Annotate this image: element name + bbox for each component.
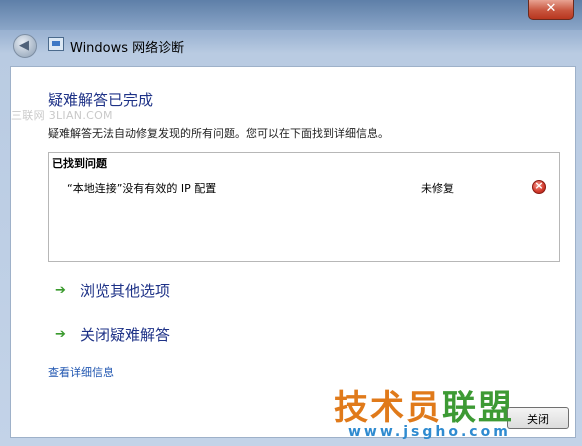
window-title: Windows 网络诊断 [70,41,185,56]
brand-watermark: 技术员联盟 www.jsgho.com [328,380,578,444]
close-icon: ✕ [545,1,557,16]
problem-status: 未修复 [421,182,454,195]
watermark-text: 三联网 3LIAN.COM [11,109,113,122]
navigation-bar: ◀ Windows 网络诊断 [6,28,576,64]
view-details-link[interactable]: 查看详细信息 [48,364,114,380]
error-icon: × [532,179,546,194]
brand-url: www.jsgho.com [348,424,511,440]
back-button[interactable]: ◀ [13,34,37,58]
green-arrow-icon: ➔ [55,283,66,298]
network-diagnostics-icon [48,37,64,51]
window-close-button[interactable]: ✕ [528,0,574,20]
description-text: 疑难解答无法自动修复发现的所有问题。您可以在下面找到详细信息。 [48,127,389,140]
option-label: 浏览其他选项 [80,282,171,300]
brand-logo-text: 技术员联盟 [334,388,514,428]
window-frame: ✕ ◀ Windows 网络诊断 疑难解答已完成 三联网 3LIAN.COM 疑… [0,0,582,446]
back-arrow-icon: ◀ [19,38,29,53]
problems-header: 已找到问题 [52,157,107,170]
green-arrow-icon: ➔ [55,327,66,342]
problems-found-panel: 已找到问题 “本地连接”没有有效的 IP 配置 未修复 × [48,152,560,262]
problem-name: “本地连接”没有有效的 IP 配置 [67,182,217,195]
title-bar[interactable] [0,0,582,30]
option-label: 关闭疑难解答 [80,326,171,344]
